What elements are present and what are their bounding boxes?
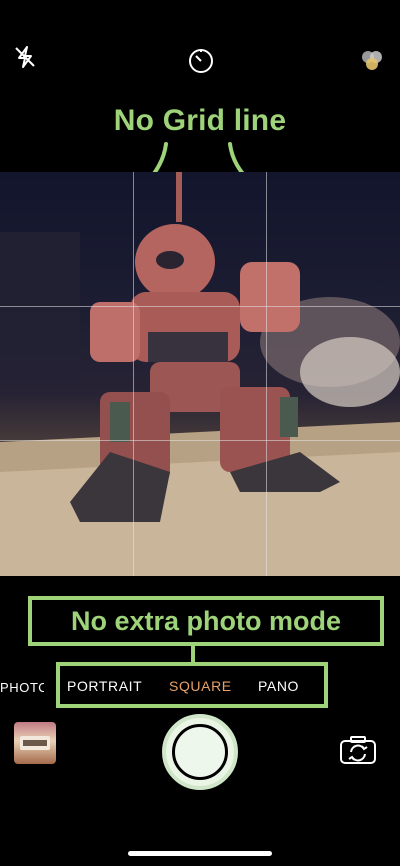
grid-annotation-label: No Grid line — [0, 104, 400, 138]
switch-camera-icon[interactable] — [338, 734, 378, 766]
viewfinder-scene — [0, 172, 400, 576]
filters-icon[interactable] — [356, 44, 388, 76]
grid-line-vertical-1 — [133, 172, 134, 576]
home-indicator — [128, 851, 272, 856]
mode-annotation-label: No extra photo mode — [70, 605, 341, 636]
grid-annotation-prefix: No — [113, 104, 163, 137]
camera-top-bar: No Grid line — [0, 0, 400, 172]
mode-portrait[interactable]: PORTRAIT — [67, 678, 142, 694]
grid-annotation-suffix: line — [225, 104, 287, 137]
grid-line-horizontal-2 — [0, 440, 400, 441]
mode-pano[interactable]: PANO — [258, 678, 299, 694]
last-photo-thumbnail[interactable] — [14, 722, 56, 764]
timer-icon[interactable] — [185, 44, 217, 76]
mode-annotation-connector — [191, 646, 195, 662]
mode-square[interactable]: SQUARE — [169, 678, 232, 694]
shutter-button[interactable] — [162, 714, 238, 790]
grid-annotation-strong: Grid — [162, 104, 226, 137]
shutter-inner-ring — [172, 724, 228, 780]
flash-off-icon[interactable] — [10, 42, 40, 72]
mode-photo[interactable]: PHOTO — [0, 680, 44, 695]
camera-mode-selector: PHOTO PORTRAIT SQUARE PANO — [0, 662, 400, 712]
thumbnail-detail-dark — [23, 740, 47, 746]
camera-viewfinder[interactable] — [0, 172, 400, 576]
mode-annotation-box: No extra photo mode — [28, 596, 384, 646]
grid-line-vertical-2 — [266, 172, 267, 576]
grid-line-horizontal-1 — [0, 306, 400, 307]
